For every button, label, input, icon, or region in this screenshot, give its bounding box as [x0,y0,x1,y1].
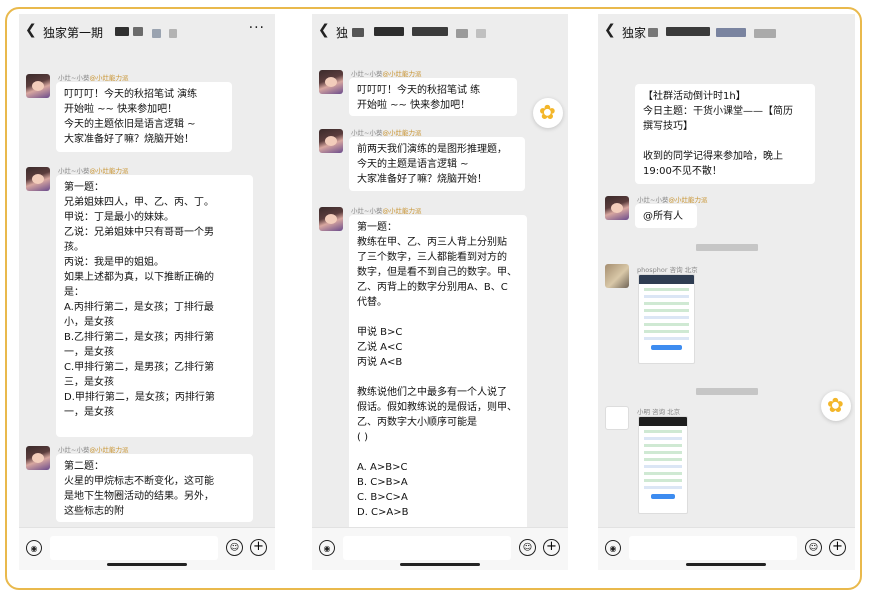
redaction [352,28,364,37]
emoji-icon[interactable]: ☺ [805,539,822,556]
message-bubble[interactable]: 【社群活动倒计时1h】 今日主题：干货小课堂——【简历 撰写技巧】 收到的同学记… [635,84,815,184]
input-bar: ◉ ☺ + [598,527,855,570]
chat-area[interactable]: 小灶~小葵@小灶能力派 叮叮叮！今天的秋招笔试 练 开始啦 ~~ 快来参加吧！ … [312,50,568,528]
redaction [374,27,404,36]
chat-header: ❮ 独家第一期 ··· [19,14,275,50]
voice-icon[interactable]: ◉ [26,540,42,556]
sender-name: 小明 咨询 北京 [637,408,681,416]
system-time-redacted [696,388,758,395]
system-time-redacted [696,244,758,251]
home-indicator [107,563,187,566]
avatar[interactable] [26,446,50,470]
input-bar: ◉ ☺ + [19,527,275,570]
message-bubble[interactable]: 叮叮叮！今天的秋招笔试 练 开始啦 ~~ 快来参加吧！ [349,78,517,116]
avatar[interactable] [26,74,50,98]
home-indicator [686,563,766,566]
message-input[interactable] [629,536,797,560]
avatar[interactable] [26,167,50,191]
redaction [133,27,143,36]
message-bubble[interactable]: 第一题： 兄弟姐妹四人，甲、乙、丙、丁。 甲说：丁是最小的妹妹。 乙说：兄弟姐妹… [56,175,253,437]
emoji-icon[interactable]: ☺ [519,539,536,556]
chat-area[interactable]: 小灶~小葵@小灶能力派 叮叮叮！今天的秋招笔试 演练 开始啦 ~~ 快来参加吧！… [19,50,275,528]
redaction [716,28,746,37]
sender-name: 小灶~小葵@小灶能力派 [351,70,422,78]
chat-title: 独 [336,26,349,40]
avatar[interactable] [319,207,343,231]
chat-title: 独家 [622,26,647,40]
sender-name: 小灶~小葵@小灶能力派 [58,446,129,454]
plus-icon[interactable]: + [543,539,560,556]
input-bar: ◉ ☺ + [312,527,568,570]
chat-area[interactable]: 【社群活动倒计时1h】 今日主题：干货小课堂——【简历 撰写技巧】 收到的同学记… [598,50,855,528]
floating-flower-icon[interactable] [821,391,851,421]
chevron-left-icon[interactable]: ❮ [604,22,616,38]
chat-header: ❮ 独 [312,14,568,50]
emoji-icon[interactable]: ☺ [226,539,243,556]
message-bubble[interactable]: @所有人 [635,204,697,228]
redaction [456,29,468,38]
sender-name: 小灶~小葵@小灶能力派 [351,129,422,137]
avatar[interactable] [319,70,343,94]
redaction [648,28,658,37]
voice-icon[interactable]: ◉ [605,540,621,556]
avatar[interactable] [605,196,629,220]
avatar[interactable] [605,406,629,430]
chat-title: 独家第一期 [43,26,104,40]
floating-flower-icon[interactable] [533,98,563,128]
message-bubble[interactable]: 第一题： 教练在甲、乙、丙三人背上分别贴 了三个数字，三人都能看到对方的 数字，… [349,215,527,528]
phone-screen-3: ❮ 独家 【社群活动倒计时1h】 今日主题：干货小课堂——【简历 撰写技巧】 收… [598,14,855,570]
chevron-left-icon[interactable]: ❮ [318,22,330,38]
chevron-left-icon[interactable]: ❮ [25,22,37,38]
phone-screen-1: ❮ 独家第一期 ··· 小灶~小葵@小灶能力派 叮叮叮！今天的秋招笔试 演练 开… [19,14,275,570]
screenshot-image[interactable] [638,416,688,514]
redaction [754,29,776,38]
phone-screen-2: ❮ 独 小灶~小葵@小灶能力派 叮叮叮！今天的秋招笔试 练 开始啦 ~~ 快来参… [312,14,568,570]
sender-name: phosphor 咨询 北京 [637,266,698,274]
sender-name: 小灶~小葵@小灶能力派 [58,167,129,175]
message-input[interactable] [50,536,218,560]
avatar[interactable] [319,129,343,153]
redaction [666,27,710,36]
redaction [169,29,177,38]
plus-icon[interactable]: + [250,539,267,556]
redaction [115,27,129,36]
screenshot-image[interactable] [638,274,695,364]
message-bubble[interactable]: 叮叮叮！今天的秋招笔试 演练 开始啦 ~~ 快来参加吧！ 今天的主题依旧是语言逻… [56,82,232,152]
sender-name: 小灶~小葵@小灶能力派 [58,74,129,82]
message-input[interactable] [343,536,511,560]
message-bubble[interactable]: 第二题： 火星的甲烷标志不断变化，这可能 是地下生物圈活动的结果。另外， 这些标… [56,454,253,522]
message-bubble[interactable]: 前两天我们演练的是图形推理题， 今天的主题是语言逻辑 ~ 大家准备好了嘛？烧脑开… [349,137,525,191]
voice-icon[interactable]: ◉ [319,540,335,556]
sender-name: 小灶~小葵@小灶能力派 [351,207,422,215]
redaction [412,27,448,36]
more-icon[interactable]: ··· [249,20,265,36]
redaction [476,29,486,38]
home-indicator [400,563,480,566]
chat-header: ❮ 独家 [598,14,855,50]
plus-icon[interactable]: + [829,539,846,556]
sender-name: 小灶~小葵@小灶能力派 [637,196,708,204]
redaction [152,29,161,38]
avatar[interactable] [605,264,629,288]
